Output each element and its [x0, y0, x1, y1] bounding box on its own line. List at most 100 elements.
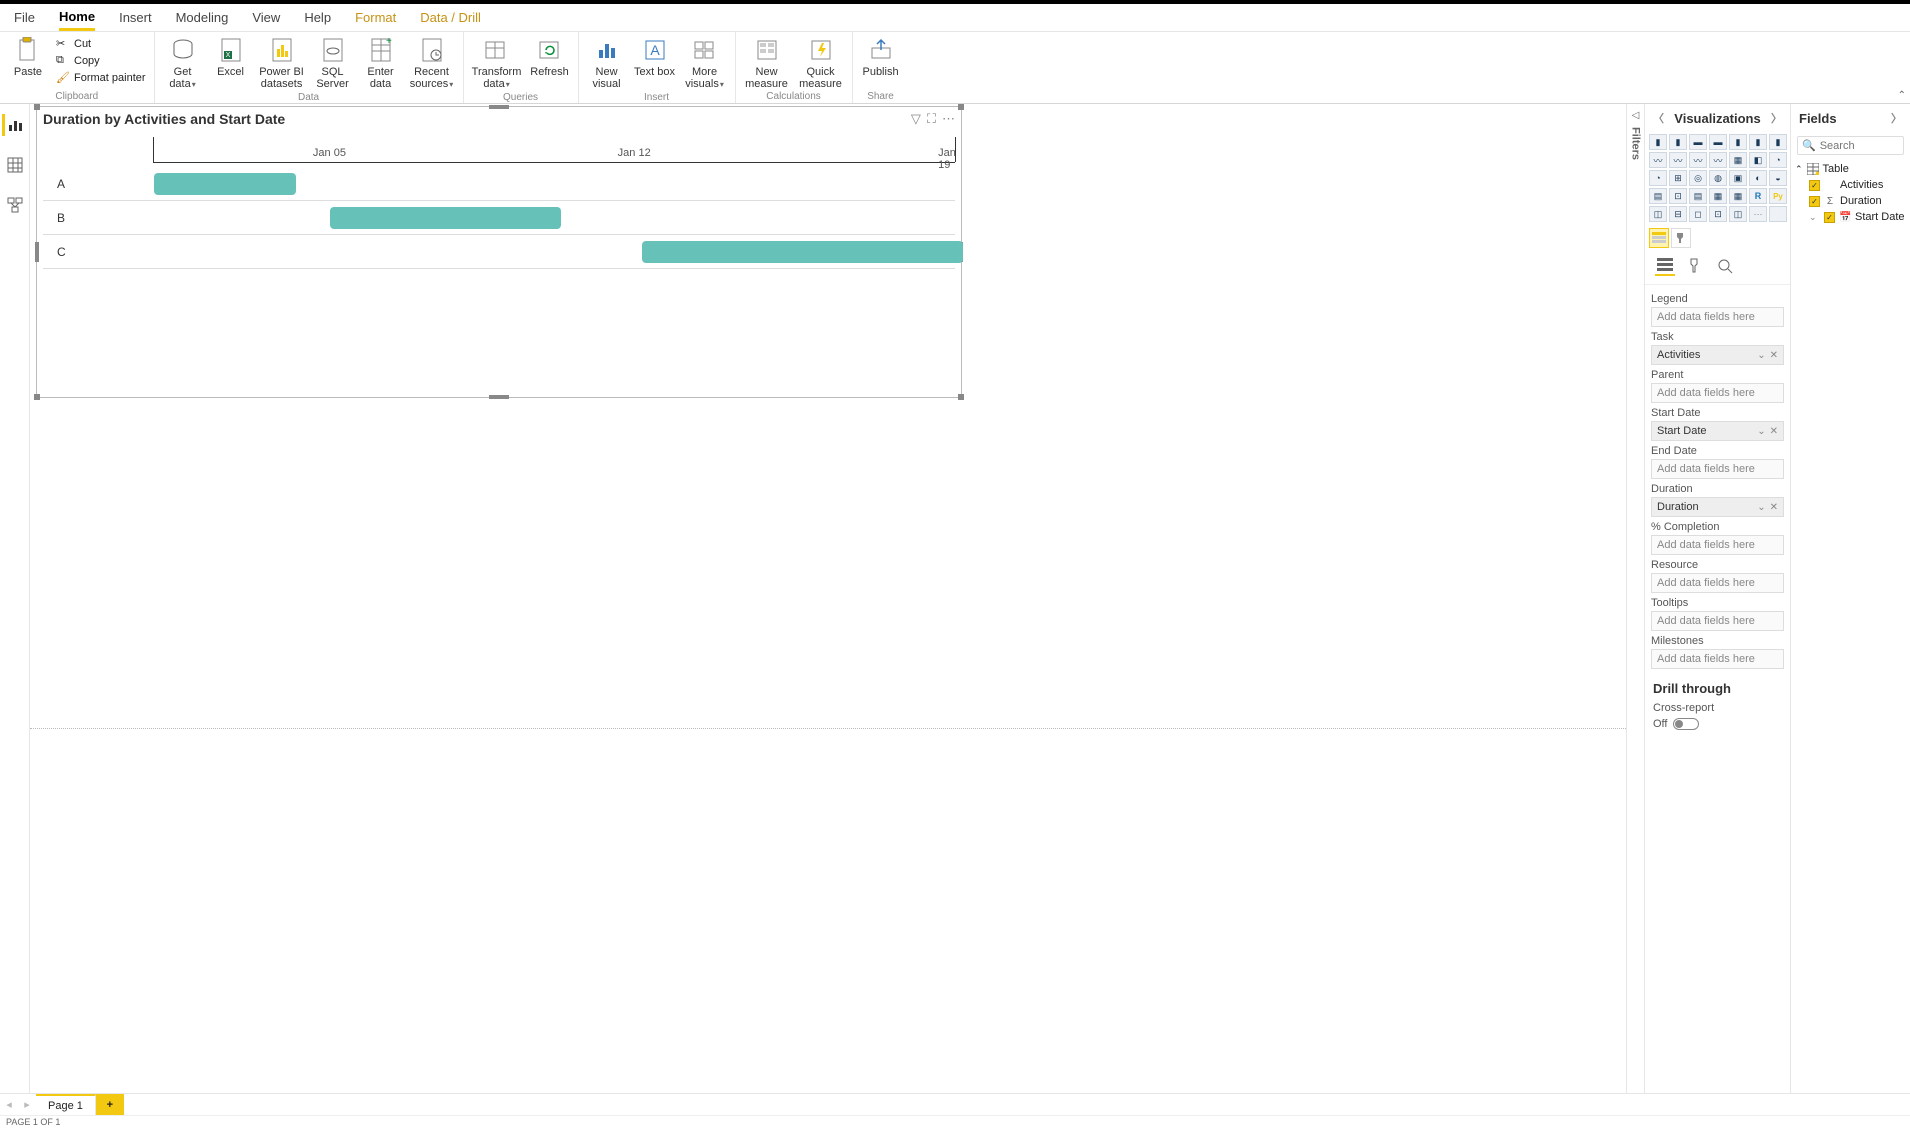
duration-remove-icon[interactable]: ✕ — [1770, 502, 1778, 513]
viz-type-13[interactable]: ◔ — [1769, 152, 1787, 168]
viz-tab-fields[interactable] — [1649, 228, 1669, 248]
viz-type-22[interactable]: ⊡ — [1669, 188, 1687, 204]
field-activities[interactable]: ✓ Activities — [1795, 177, 1906, 193]
get-data-button[interactable]: Get data▾ — [161, 34, 205, 91]
checkbox-checked-icon[interactable]: ✓ — [1809, 196, 1820, 207]
viz-type-21[interactable]: ▤ — [1649, 188, 1667, 204]
new-visual-button[interactable]: New visual — [585, 34, 629, 90]
format-icon[interactable] — [1685, 256, 1705, 276]
tab-file[interactable]: File — [14, 6, 35, 29]
page-next-button[interactable]: ▸ — [18, 1094, 36, 1115]
viz-type-34[interactable] — [1769, 206, 1787, 222]
text-box-button[interactable]: A Text box — [633, 34, 677, 78]
enter-data-button[interactable]: + Enter data — [359, 34, 403, 90]
viz-type-6[interactable]: ▮ — [1769, 134, 1787, 150]
new-measure-button[interactable]: New measure — [742, 34, 792, 90]
tab-modeling[interactable]: Modeling — [176, 6, 229, 29]
quick-measure-button[interactable]: Quick measure — [796, 34, 846, 90]
well-duration[interactable]: Duration⌄✕ — [1651, 497, 1784, 517]
viz-type-9[interactable]: 〰 — [1689, 152, 1707, 168]
well-start-date[interactable]: Start Date⌄✕ — [1651, 421, 1784, 441]
task-remove-icon[interactable]: ✕ — [1770, 350, 1778, 361]
data-view-button[interactable] — [4, 154, 26, 176]
tab-home[interactable]: Home — [59, 5, 95, 31]
viz-type-33[interactable]: ⋯ — [1749, 206, 1767, 222]
well-task[interactable]: Activities⌄✕ — [1651, 345, 1784, 365]
checkbox-checked-icon[interactable]: ✓ — [1824, 212, 1835, 223]
filter-icon[interactable]: ▽ — [911, 111, 921, 127]
viz-type-17[interactable]: ◍ — [1709, 170, 1727, 186]
paste-button[interactable]: Paste — [6, 34, 50, 78]
viz-type-26[interactable]: R — [1749, 188, 1767, 204]
duration-caret-icon[interactable]: ⌄ — [1757, 502, 1765, 513]
transform-data-button[interactable]: Transform data▾ — [470, 34, 524, 91]
well-legend[interactable]: Add data fields here — [1651, 307, 1784, 327]
viz-type-4[interactable]: ▮ — [1729, 134, 1747, 150]
start-caret-icon[interactable]: ⌄ — [1757, 426, 1765, 437]
viz-type-27[interactable]: Py — [1769, 188, 1787, 204]
fields-search[interactable]: 🔍 — [1797, 136, 1904, 155]
viz-type-32[interactable]: ◫ — [1729, 206, 1747, 222]
viz-type-29[interactable]: ⊟ — [1669, 206, 1687, 222]
field-start-date[interactable]: ⌄ ✓ 📅 Start Date — [1795, 209, 1906, 225]
format-painter-button[interactable]: 🖌Format painter — [54, 70, 148, 86]
field-duration[interactable]: ✓ Σ Duration — [1795, 193, 1906, 209]
tab-help[interactable]: Help — [304, 6, 331, 29]
well-completion[interactable]: Add data fields here — [1651, 535, 1784, 555]
filters-label[interactable]: Filters — [1630, 127, 1642, 160]
publish-button[interactable]: Publish — [859, 34, 903, 78]
tab-insert[interactable]: Insert — [119, 6, 152, 29]
viz-type-20[interactable]: ◒ — [1769, 170, 1787, 186]
tab-view[interactable]: View — [252, 6, 280, 29]
fields-icon[interactable] — [1655, 256, 1675, 276]
cut-button[interactable]: ✂Cut — [54, 36, 148, 52]
sql-server-button[interactable]: SQL Server — [311, 34, 355, 90]
well-parent[interactable]: Add data fields here — [1651, 383, 1784, 403]
viz-type-12[interactable]: ◧ — [1749, 152, 1767, 168]
ribbon-collapse-button[interactable]: ⌃ — [1898, 90, 1906, 101]
gantt-visual[interactable]: ▽ ⛶ ⋯ Duration by Activities and Start D… — [36, 106, 962, 398]
copy-button[interactable]: ⧉Copy — [54, 53, 148, 69]
well-end-date[interactable]: Add data fields here — [1651, 459, 1784, 479]
checkbox-checked-icon[interactable]: ✓ — [1809, 180, 1820, 191]
viz-type-24[interactable]: ▦ — [1709, 188, 1727, 204]
report-canvas[interactable]: ▽ ⛶ ⋯ Duration by Activities and Start D… — [30, 104, 1626, 1093]
search-input[interactable] — [1820, 140, 1900, 152]
filters-expand-button[interactable]: ◁ — [1632, 110, 1640, 121]
report-view-button[interactable] — [2, 114, 24, 136]
viz-type-1[interactable]: ▮ — [1669, 134, 1687, 150]
tab-data-drill[interactable]: Data / Drill — [420, 6, 481, 29]
viz-type-16[interactable]: ◎ — [1689, 170, 1707, 186]
viz-type-19[interactable]: ◐ — [1749, 170, 1767, 186]
viz-type-0[interactable]: ▮ — [1649, 134, 1667, 150]
well-tooltips[interactable]: Add data fields here — [1651, 611, 1784, 631]
viz-pane-collapse-left[interactable]: 〈 — [1653, 110, 1664, 126]
viz-type-3[interactable]: ▬ — [1709, 134, 1727, 150]
viz-type-31[interactable]: ⊡ — [1709, 206, 1727, 222]
focus-mode-icon[interactable]: ⛶ — [927, 111, 936, 127]
viz-type-10[interactable]: 〰 — [1709, 152, 1727, 168]
more-visuals-button[interactable]: More visuals▾ — [681, 34, 729, 91]
well-resource[interactable]: Add data fields here — [1651, 573, 1784, 593]
fields-pane-collapse[interactable]: 〉 — [1891, 110, 1902, 126]
viz-type-23[interactable]: ▤ — [1689, 188, 1707, 204]
viz-type-5[interactable]: ▮ — [1749, 134, 1767, 150]
excel-button[interactable]: X Excel — [209, 34, 253, 78]
viz-type-15[interactable]: ⊞ — [1669, 170, 1687, 186]
gantt-bar[interactable] — [330, 207, 561, 229]
page-prev-button[interactable]: ◂ — [0, 1094, 18, 1115]
task-caret-icon[interactable]: ⌄ — [1757, 350, 1765, 361]
model-view-button[interactable] — [4, 194, 26, 216]
start-remove-icon[interactable]: ✕ — [1770, 426, 1778, 437]
viz-tab-format[interactable] — [1671, 228, 1691, 248]
viz-type-7[interactable]: 〰 — [1649, 152, 1667, 168]
page-tab-1[interactable]: Page 1 — [36, 1094, 96, 1115]
gantt-bar[interactable] — [642, 241, 963, 263]
refresh-button[interactable]: Refresh — [528, 34, 572, 78]
more-options-icon[interactable]: ⋯ — [942, 111, 955, 127]
viz-type-2[interactable]: ▬ — [1689, 134, 1707, 150]
viz-type-8[interactable]: 〰 — [1669, 152, 1687, 168]
gantt-bar[interactable] — [154, 173, 296, 195]
field-table[interactable]: ⌃ Table — [1795, 161, 1906, 177]
viz-type-30[interactable]: ◻ — [1689, 206, 1707, 222]
